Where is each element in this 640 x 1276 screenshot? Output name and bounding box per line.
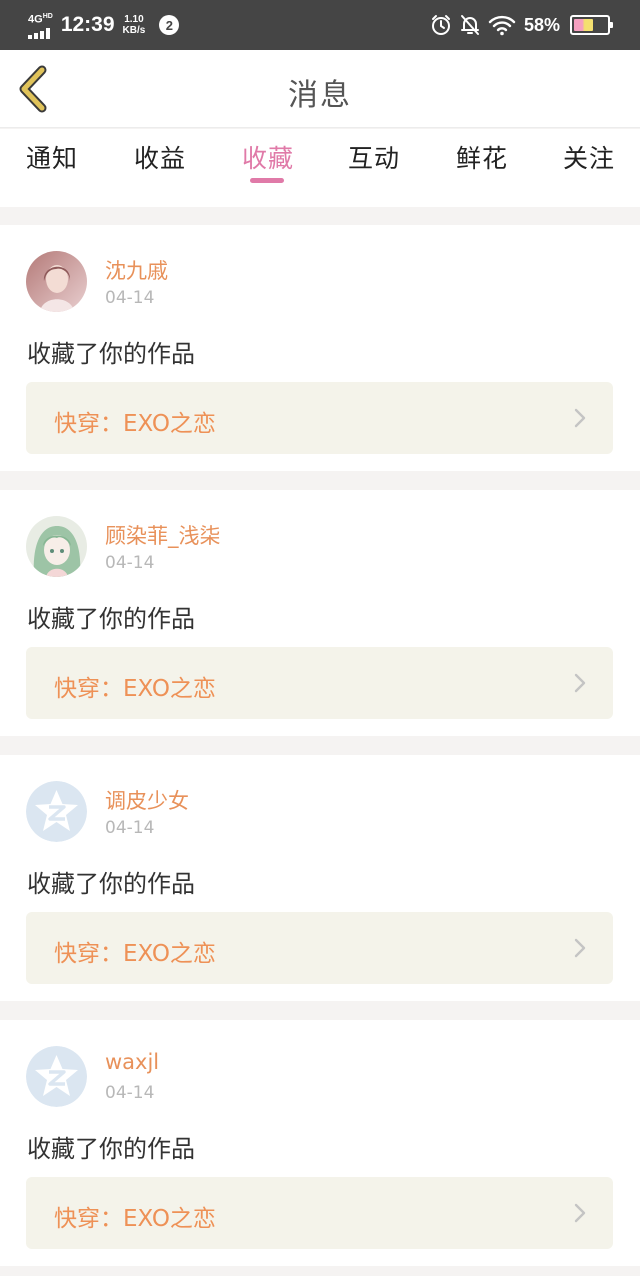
battery-percent: 58% <box>523 14 560 35</box>
work-title: 快穿：EXO之恋 <box>54 1206 216 1232</box>
tab-notifications[interactable]: 通知 <box>26 139 78 175</box>
battery-level <box>574 19 593 31</box>
tab-earnings[interactable]: 收益 <box>134 139 186 175</box>
message-date: 04-14 <box>105 818 155 838</box>
user-photo-icon <box>26 251 87 312</box>
status-bar: 4GHD 12:39 1.10 KB/s 2 58% <box>0 0 640 50</box>
message-card: waxjl 04-14 收藏了你的作品 快穿：EXO之恋 <box>0 1020 640 1266</box>
app-header: 消息 <box>0 50 640 128</box>
chevron-right-icon <box>574 673 586 693</box>
tab-following[interactable]: 关注 <box>563 139 615 175</box>
message-card: 顾染菲_浅柒 04-14 收藏了你的作品 快穿：EXO之恋 <box>0 490 640 736</box>
message-date: 04-14 <box>105 1083 155 1103</box>
clock: 12:39 <box>60 13 115 36</box>
work-link[interactable]: 快穿：EXO之恋 <box>26 647 613 719</box>
work-link[interactable]: 快穿：EXO之恋 <box>26 912 613 984</box>
message-date: 04-14 <box>105 288 155 308</box>
cellular-signal-icon: 4GHD <box>28 11 53 39</box>
message-text: 收藏了你的作品 <box>27 870 195 898</box>
message-text: 收藏了你的作品 <box>27 340 195 368</box>
chevron-right-icon <box>574 938 586 958</box>
avatar[interactable] <box>26 516 87 577</box>
tab-flowers[interactable]: 鲜花 <box>456 139 508 175</box>
chevron-right-icon <box>574 408 586 428</box>
network-speed: 1.10 KB/s <box>122 14 146 36</box>
tab-bar: 通知 收益 收藏 互动 鲜花 关注 <box>0 129 640 207</box>
battery-icon <box>570 15 613 35</box>
username[interactable]: waxjl <box>105 1050 159 1074</box>
avatar[interactable] <box>26 1046 87 1107</box>
message-text: 收藏了你的作品 <box>27 1135 195 1163</box>
mute-notification-icon <box>460 15 479 35</box>
work-title: 快穿：EXO之恋 <box>54 411 216 437</box>
message-date: 04-14 <box>105 553 155 573</box>
alarm-icon <box>431 15 450 35</box>
username[interactable]: 调皮少女 <box>105 785 189 815</box>
default-avatar-icon <box>26 781 87 842</box>
message-card: 沈九戚 04-14 收藏了你的作品 快穿：EXO之恋 <box>0 225 640 471</box>
notification-count-badge: 2 <box>159 15 180 35</box>
username[interactable]: 顾染菲_浅柒 <box>105 520 221 550</box>
tab-interactions[interactable]: 互动 <box>348 139 400 175</box>
message-text: 收藏了你的作品 <box>27 605 195 633</box>
avatar[interactable] <box>26 781 87 842</box>
work-title: 快穿：EXO之恋 <box>54 676 216 702</box>
tab-favorites[interactable]: 收藏 <box>242 139 294 175</box>
active-tab-indicator <box>250 178 284 183</box>
page-title: 消息 <box>288 78 352 113</box>
default-avatar-icon <box>26 1046 87 1107</box>
avatar[interactable] <box>26 251 87 312</box>
work-title: 快穿：EXO之恋 <box>54 941 216 967</box>
work-link[interactable]: 快穿：EXO之恋 <box>26 382 613 454</box>
message-card: 调皮少女 04-14 收藏了你的作品 快穿：EXO之恋 <box>0 755 640 1001</box>
user-anime-avatar-icon <box>26 516 87 577</box>
wifi-icon <box>488 15 516 36</box>
work-link[interactable]: 快穿：EXO之恋 <box>26 1177 613 1249</box>
chevron-right-icon <box>574 1203 586 1223</box>
username[interactable]: 沈九戚 <box>105 255 168 285</box>
